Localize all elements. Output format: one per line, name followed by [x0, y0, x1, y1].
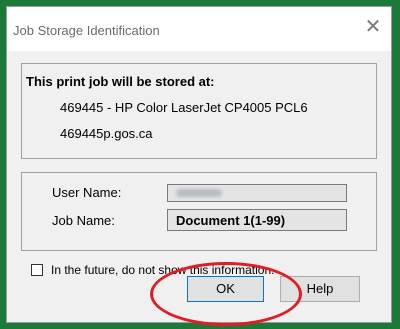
redacted-user-name	[176, 189, 222, 197]
storage-heading: This print job will be stored at:	[26, 74, 215, 89]
dialog-title: Job Storage Identification	[13, 23, 160, 38]
close-icon[interactable]: ✕	[363, 17, 383, 37]
storage-location-group: This print job will be stored at: 469445…	[21, 63, 377, 159]
printer-name: 469445 - HP Color LaserJet CP4005 PCL6	[60, 100, 308, 115]
job-name-label: Job Name:	[52, 213, 115, 228]
title-bar: Job Storage Identification ✕	[7, 7, 391, 51]
job-details-group: User Name: Job Name: Document 1(1-99)	[21, 172, 377, 251]
job-name-field: Document 1(1-99)	[167, 209, 347, 231]
printer-host: 469445p.gos.ca	[60, 126, 153, 141]
do-not-show-checkbox[interactable]	[31, 264, 43, 276]
ok-highlight-circle	[150, 262, 302, 326]
user-name-label: User Name:	[52, 185, 122, 200]
user-name-field	[167, 184, 347, 202]
